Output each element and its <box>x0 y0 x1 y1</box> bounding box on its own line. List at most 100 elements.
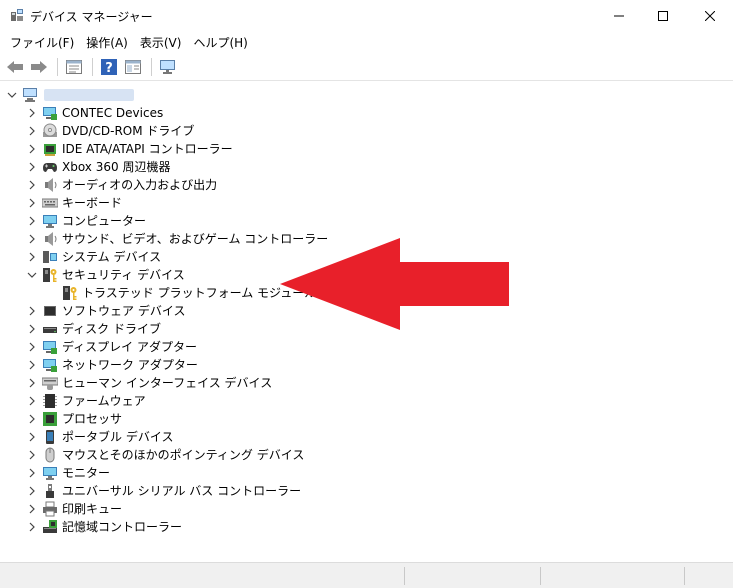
category-label: DVD/CD-ROM ドライブ <box>62 124 195 138</box>
display-adapter-icon <box>43 341 57 354</box>
expand-toggle[interactable] <box>26 374 38 392</box>
back-arrow-icon <box>7 61 23 73</box>
tree-category[interactable]: ネットワーク アダプター <box>26 356 198 374</box>
expand-toggle[interactable] <box>26 482 38 500</box>
chevron-right-icon <box>29 306 35 316</box>
expand-toggle[interactable] <box>26 356 38 374</box>
tree-category[interactable]: セキュリティ デバイス <box>26 266 185 284</box>
show-hide-button[interactable] <box>122 56 144 78</box>
expand-toggle[interactable] <box>26 446 38 464</box>
category-label: プロセッサ <box>62 412 123 426</box>
category-label: ディスク ドライブ <box>62 322 161 336</box>
tree-category[interactable]: Xbox 360 周辺機器 <box>26 158 170 176</box>
expand-toggle[interactable] <box>26 212 38 230</box>
tree-category[interactable]: ディスク ドライブ <box>26 320 161 338</box>
tree-category[interactable]: ファームウェア <box>26 392 146 410</box>
category-label: ヒューマン インターフェイス デバイス <box>62 376 273 390</box>
processor-icon <box>43 412 57 426</box>
close-icon <box>705 11 715 21</box>
expand-toggle[interactable] <box>26 266 38 284</box>
expand-toggle[interactable] <box>26 500 38 518</box>
tree-category[interactable]: プロセッサ <box>26 410 122 428</box>
help-button[interactable]: ? <box>98 56 120 78</box>
monitor-scan-icon <box>160 60 175 74</box>
tree-category[interactable]: ソフトウェア デバイス <box>26 302 185 320</box>
expand-toggle[interactable] <box>26 104 38 122</box>
chevron-right-icon <box>29 252 35 262</box>
category-label: IDE ATA/ATAPI コントローラー <box>62 142 233 156</box>
menu-view[interactable]: 表示(V) <box>134 32 188 54</box>
tree-category[interactable]: 印刷キュー <box>26 500 122 518</box>
tree-category[interactable]: キーボード <box>26 194 122 212</box>
menu-help[interactable]: ヘルプ(H) <box>187 32 253 54</box>
expand-toggle[interactable] <box>26 158 38 176</box>
forward-button[interactable] <box>28 56 50 78</box>
menu-action[interactable]: 操作(A) <box>80 32 134 54</box>
tree-category[interactable]: システム デバイス <box>26 248 161 266</box>
chevron-right-icon <box>29 378 35 388</box>
menu-file[interactable]: ファイル(F) <box>4 32 80 54</box>
tree-category[interactable]: ユニバーサル シリアル バス コントローラー <box>26 482 301 500</box>
toolbar-separator <box>57 58 58 76</box>
expand-toggle[interactable] <box>26 410 38 428</box>
back-button[interactable] <box>4 56 26 78</box>
tree-category[interactable]: モニター <box>26 464 110 482</box>
scan-hardware-button[interactable] <box>157 56 179 78</box>
tree-category[interactable]: ディスプレイ アダプター <box>26 338 197 356</box>
expand-toggle[interactable] <box>6 86 18 104</box>
computer-icon <box>23 88 37 102</box>
expand-toggle[interactable] <box>26 392 38 410</box>
hid-icon <box>42 377 58 390</box>
tree-category[interactable]: ヒューマン インターフェイス デバイス <box>26 374 272 392</box>
help-icon: ? <box>101 59 117 75</box>
mouse-icon <box>45 447 55 463</box>
expand-toggle[interactable] <box>26 428 38 446</box>
tree-category[interactable]: ポータブル デバイス <box>26 428 173 446</box>
status-separator <box>540 567 541 585</box>
firmware-icon <box>43 394 57 408</box>
properties-button[interactable] <box>63 56 85 78</box>
chevron-right-icon <box>29 198 35 208</box>
expand-toggle[interactable] <box>26 194 38 212</box>
chevron-right-icon <box>29 486 35 496</box>
category-label: 記憶域コントローラー <box>62 520 183 534</box>
title-bar: デバイス マネージャー <box>0 0 733 32</box>
maximize-icon <box>658 11 668 21</box>
category-label: コンピューター <box>62 214 147 228</box>
chevron-down-icon <box>27 272 37 278</box>
security-key-icon <box>43 268 57 282</box>
tree-category[interactable]: コンピューター <box>26 212 146 230</box>
disk-drive-icon <box>43 327 57 333</box>
gamepad-icon <box>43 163 57 172</box>
expand-toggle[interactable] <box>26 248 38 266</box>
chevron-right-icon <box>29 522 35 532</box>
expand-toggle[interactable] <box>26 302 38 320</box>
chevron-right-icon <box>29 108 35 118</box>
tree-category[interactable]: マウスとそのほかのポインティング デバイス <box>26 446 304 464</box>
menu-bar: ファイル(F) 操作(A) 表示(V) ヘルプ(H) <box>0 32 733 54</box>
tree-category[interactable]: IDE ATA/ATAPI コントローラー <box>26 140 233 158</box>
expand-toggle[interactable] <box>26 122 38 140</box>
maximize-button[interactable] <box>640 0 686 32</box>
speaker-icon <box>45 178 57 192</box>
monitor-icon <box>43 467 57 480</box>
expand-toggle[interactable] <box>26 230 38 248</box>
category-label: キーボード <box>62 196 123 210</box>
tree-category[interactable]: オーディオの入力および出力 <box>26 176 217 194</box>
speaker-icon <box>45 232 57 246</box>
tree-category[interactable]: 記憶域コントローラー <box>26 518 182 536</box>
tree-category[interactable]: DVD/CD-ROM ドライブ <box>26 122 194 140</box>
properties-icon <box>66 60 82 74</box>
expand-toggle[interactable] <box>26 320 38 338</box>
tree-root[interactable] <box>6 86 134 104</box>
expand-toggle[interactable] <box>26 518 38 536</box>
storage-controller-icon <box>43 520 57 533</box>
tree-category[interactable]: CONTEC Devices <box>26 104 163 122</box>
minimize-button[interactable] <box>596 0 642 32</box>
expand-toggle[interactable] <box>26 176 38 194</box>
close-button[interactable] <box>687 0 733 32</box>
category-label: ファームウェア <box>62 394 146 408</box>
expand-toggle[interactable] <box>26 464 38 482</box>
expand-toggle[interactable] <box>26 338 38 356</box>
expand-toggle[interactable] <box>26 140 38 158</box>
